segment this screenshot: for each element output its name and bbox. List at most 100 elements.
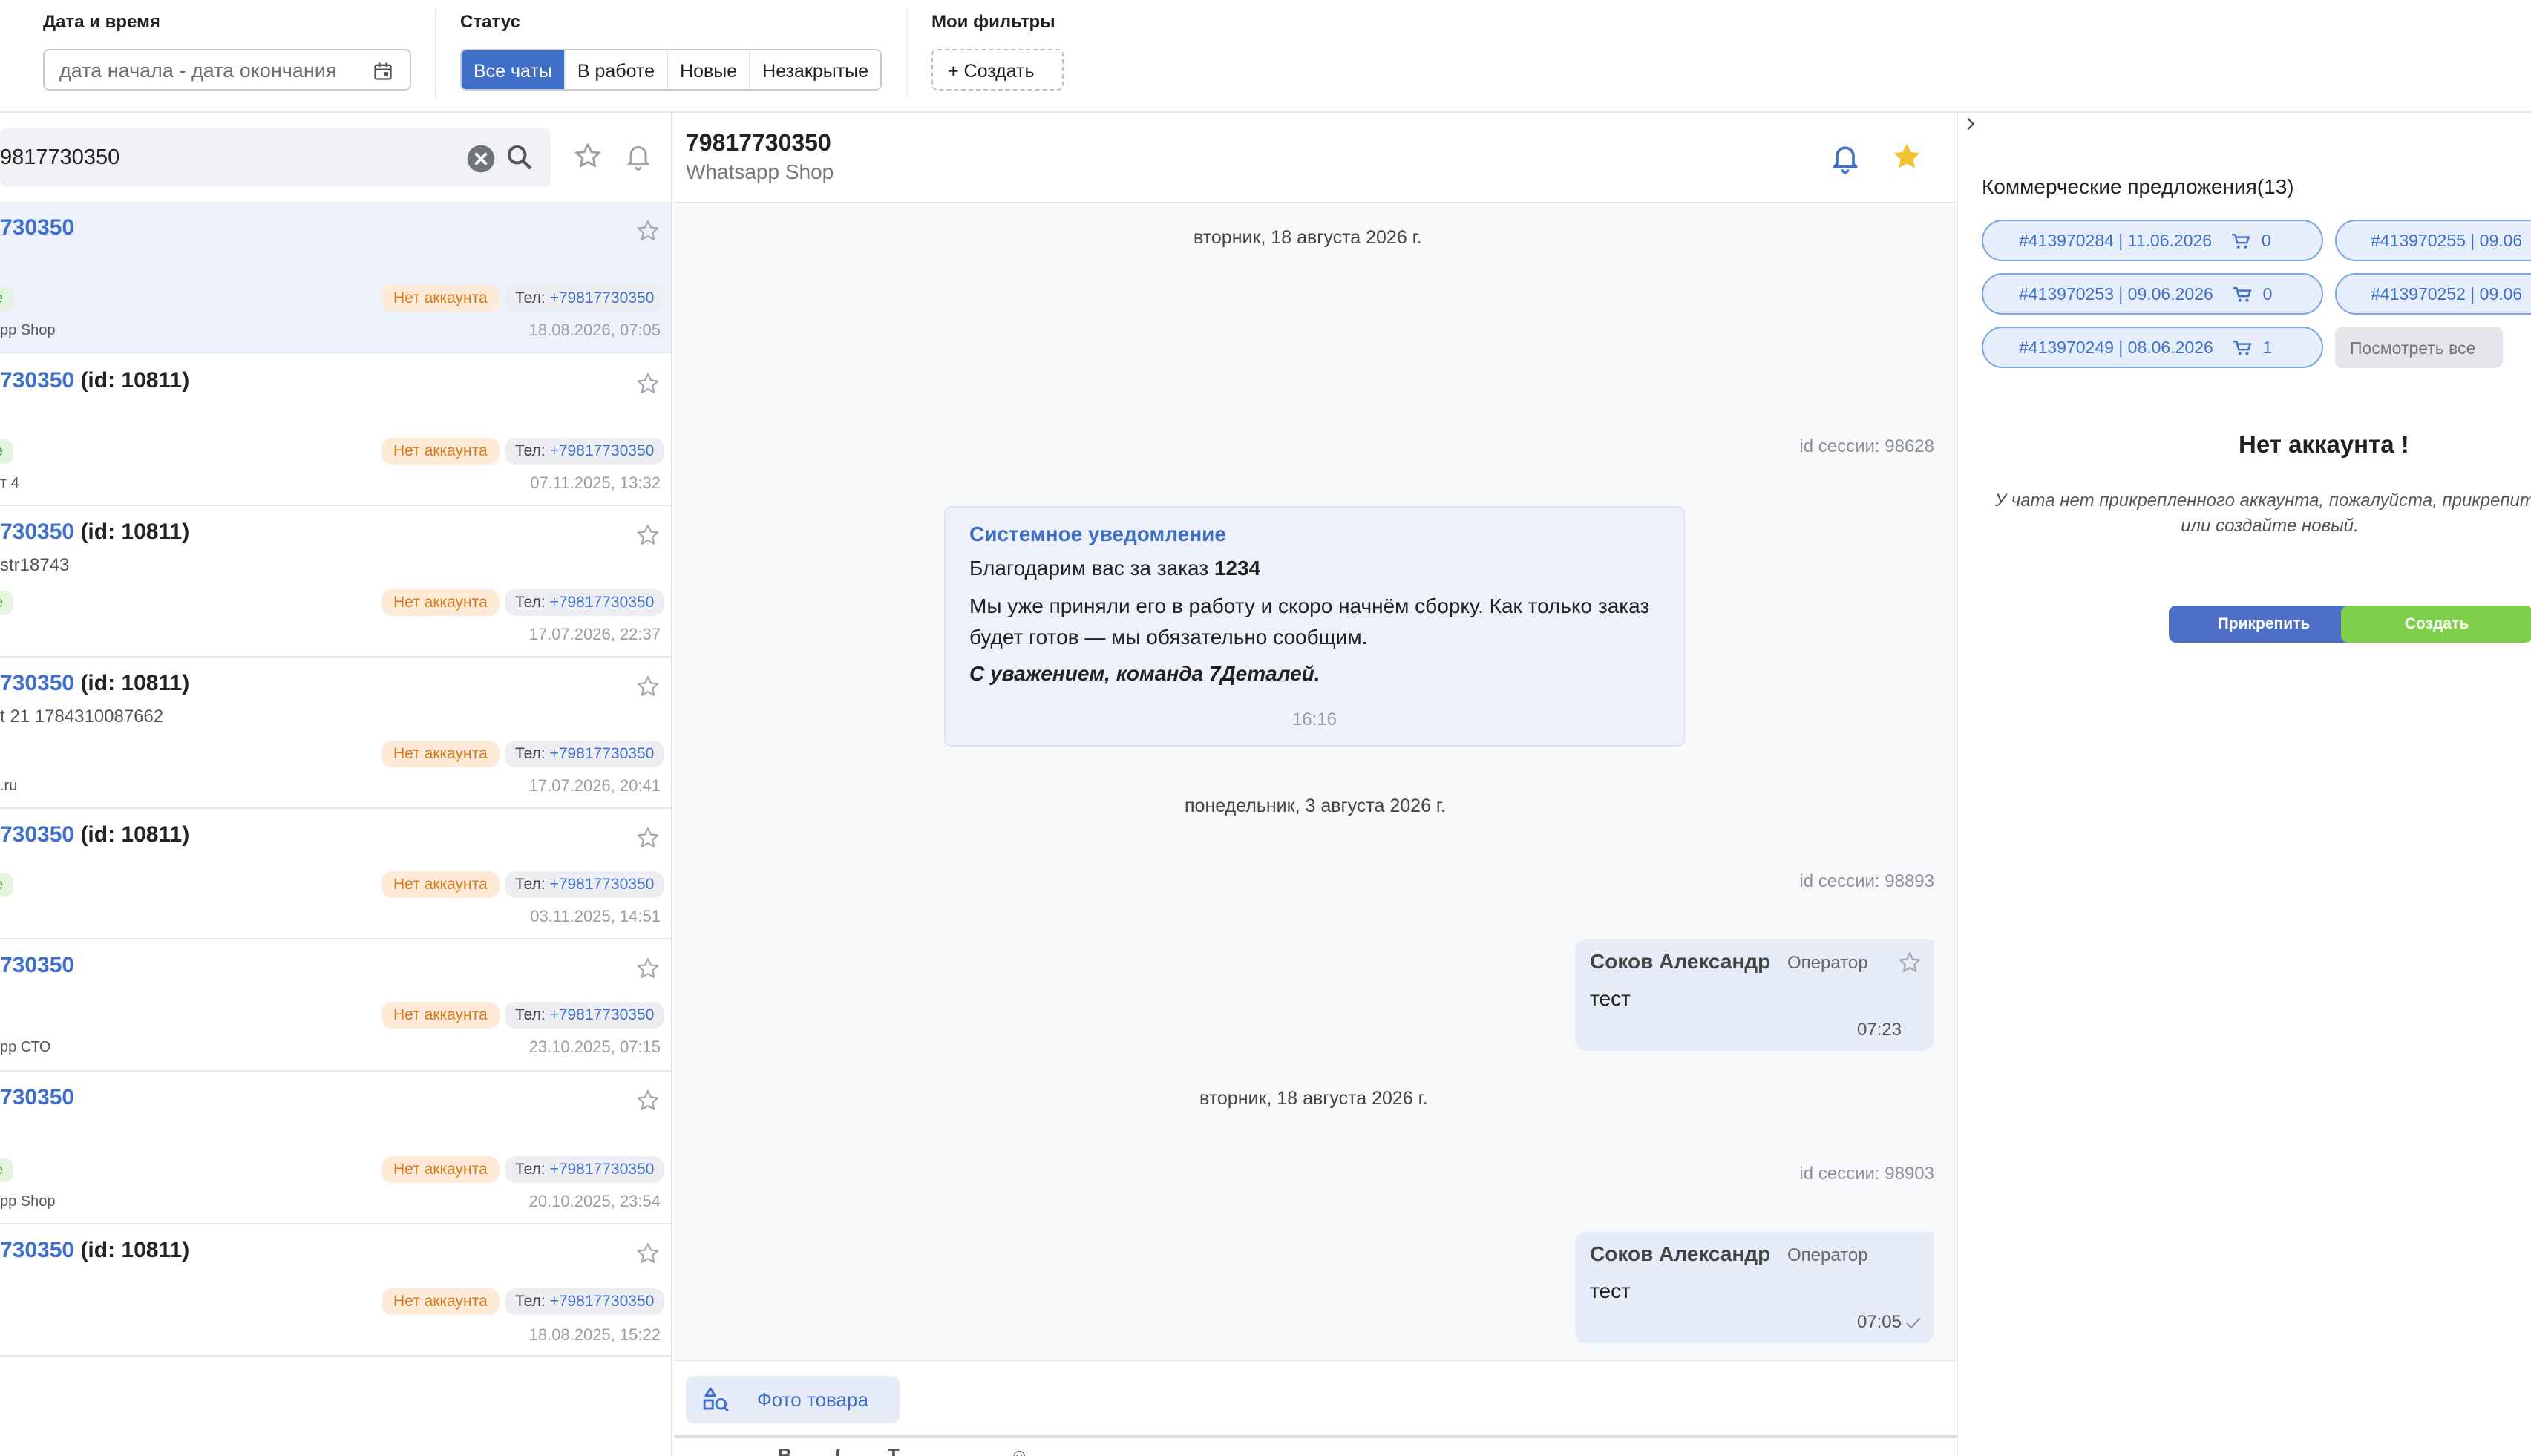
chat-list-item[interactable]: 730350 (id: 10811) те Нет аккаунта Тел: …	[0, 809, 671, 939]
status-in-work[interactable]: В работе	[566, 50, 669, 89]
no-account-tag: Нет аккаунта	[382, 438, 500, 465]
chat-item-title: 730350	[0, 215, 74, 240]
chat-list-item[interactable]: 730350 (id: 10811) t 21 1784310087662 Не…	[0, 658, 671, 809]
create-account-button[interactable]: Создать	[2341, 606, 2531, 643]
offer-chip-count: 0	[2262, 284, 2273, 304]
offer-chip[interactable]: #413970253 | 09.06.2026 0	[1982, 273, 2323, 315]
chat-title: 79817730350	[686, 129, 831, 156]
chat-source: pp СТО	[0, 1039, 51, 1055]
offer-chip-count: 0	[2261, 231, 2271, 250]
date-range-input[interactable]: дата начала - дата окончания	[43, 49, 411, 91]
emoji-icon[interactable]: ☺	[1009, 1444, 1029, 1456]
chat-favorite-star-icon[interactable]	[635, 1088, 661, 1113]
my-filters-label: Мои фильтры	[931, 12, 1055, 32]
phone-tag: Тел: +79817730350	[505, 871, 665, 898]
chat-status-tag: те	[0, 1158, 14, 1182]
operator-message[interactable]: Соков Александр Оператор тест 07:23	[1575, 939, 1934, 1051]
phone-value: +79817730350	[549, 1006, 655, 1023]
chat-list-item[interactable]: 730350 (id: 10811) str18743 те Нет аккау…	[0, 506, 671, 658]
chat-list-item[interactable]: 730350 Нет аккаунта Тел: +79817730350 pp…	[0, 939, 671, 1072]
cart-icon	[2233, 341, 2252, 355]
session-id: id сессии: 98903	[1799, 1164, 1934, 1184]
phone-value: +79817730350	[549, 594, 655, 611]
chat-source: т 4	[0, 475, 19, 491]
clear-search-icon[interactable]	[466, 144, 496, 174]
message-time: 07:05	[1856, 1312, 1902, 1332]
message-text: тест	[1590, 1279, 1631, 1302]
message-area[interactable]: вторник, 18 августа 2026 г. id сессии: 9…	[674, 205, 1957, 1360]
calendar-icon[interactable]	[373, 61, 393, 82]
chat-status-tag: те	[0, 873, 14, 897]
attach-account-button[interactable]: Прикрепить	[2169, 606, 2359, 643]
phone-tag: Тел: +79817730350	[505, 438, 665, 465]
no-account-tag: Нет аккаунта	[382, 285, 500, 312]
chat-list-item[interactable]: 730350 те Нет аккаунта Тел: +79817730350…	[0, 202, 671, 353]
favorites-filter-star-icon[interactable]	[573, 141, 603, 171]
offer-chip[interactable]: #413970255 | 09.06	[2335, 220, 2531, 261]
filter-divider	[907, 9, 908, 98]
chat-item-id: (id: 10811)	[74, 1238, 190, 1262]
offer-chip[interactable]: #413970252 | 09.06	[2335, 273, 2531, 315]
offer-chip[interactable]: #413970284 | 11.06.2026 0	[1982, 220, 2323, 261]
chat-favorite-star-icon[interactable]	[635, 522, 661, 548]
system-notification-title: Системное уведомление	[969, 522, 1226, 545]
chat-item-subtitle: str18743	[0, 555, 70, 575]
phone-prefix: Тел:	[515, 289, 550, 306]
chat-list-item[interactable]: 730350 (id: 10811) те Нет аккаунта Тел: …	[0, 355, 671, 506]
image-search-icon	[703, 1387, 729, 1412]
no-account-tag: Нет аккаунта	[382, 1002, 500, 1029]
chat-item-phone: 730350	[0, 1085, 75, 1109]
chat-favorite-star-icon[interactable]	[635, 956, 661, 981]
chat-item-id: (id: 10811)	[74, 671, 190, 695]
chat-list-item[interactable]: 730350 те Нет аккаунта Тел: +79817730350…	[0, 1072, 671, 1224]
phone-tag: Тел: +79817730350	[505, 589, 665, 616]
date-filter: Дата и время дата начала - дата окончани…	[0, 0, 430, 111]
chat-time: 20.10.2025, 23:54	[528, 1192, 661, 1210]
chat-source: pp Shop	[0, 1193, 56, 1210]
offer-chip-label: #413970252 | 09.06	[2371, 284, 2523, 304]
phone-prefix: Тел:	[515, 594, 550, 611]
search-field[interactable]: 9817730350	[0, 128, 551, 187]
offer-chip[interactable]: #413970249 | 08.06.2026 1	[1982, 327, 2323, 368]
chat-favorite-star-icon[interactable]	[635, 371, 661, 396]
status-unclosed[interactable]: Незакрытые	[750, 50, 880, 89]
status-all-chats[interactable]: Все чаты	[462, 50, 566, 89]
strike-icon[interactable]: T	[888, 1444, 900, 1456]
status-new[interactable]: Новые	[668, 50, 751, 89]
chat-favorite-star-icon[interactable]	[635, 825, 661, 850]
no-account-tag: Нет аккаунта	[382, 1156, 500, 1183]
phone-prefix: Тел:	[515, 1006, 550, 1023]
chat-favorite-star-icon[interactable]	[635, 218, 661, 243]
date-separator: вторник, 18 августа 2026 г.	[1199, 1088, 1428, 1109]
chat-item-title: 730350	[0, 953, 74, 978]
bold-icon[interactable]: B	[778, 1444, 792, 1456]
chat-favorite-star-icon[interactable]	[635, 1241, 661, 1266]
message-star-icon[interactable]	[1897, 950, 1922, 975]
chat-list-item[interactable]: 730350 (id: 10811) Нет аккаунта Тел: +79…	[0, 1224, 671, 1357]
system-notification-signature: С уважением, команда 7Деталей.	[969, 662, 1320, 685]
offer-chip-label: #413970284 | 11.06.2026	[2019, 231, 2213, 250]
chat-time: 03.11.2025, 14:51	[530, 907, 661, 925]
create-filter-button[interactable]: + Создать	[931, 49, 1064, 91]
phone-value: +79817730350	[549, 745, 655, 762]
sender-role: Оператор	[1787, 953, 1868, 973]
product-photo-button[interactable]: Фото товара	[686, 1376, 900, 1423]
chat-time: 17.07.2026, 22:37	[528, 625, 661, 643]
operator-message[interactable]: Соков Александр Оператор тест 07:05	[1575, 1232, 1934, 1343]
chat-item-title: 730350 (id: 10811)	[0, 519, 189, 545]
chevron-right-icon[interactable]	[1962, 116, 1979, 132]
view-all-offers-button[interactable]: Посмотреть все	[2335, 327, 2503, 368]
notifications-filter-bell-icon[interactable]	[623, 141, 653, 171]
chat-favorite-star-icon[interactable]	[635, 674, 661, 699]
phone-tag: Тел: +79817730350	[505, 285, 665, 312]
cart-icon	[2232, 234, 2250, 249]
chat-favorite-star-icon[interactable]	[1890, 140, 1924, 174]
no-account-tag: Нет аккаунта	[382, 589, 500, 616]
chat-time: 23.10.2025, 07:15	[528, 1037, 661, 1056]
chat-notification-bell-icon[interactable]	[1829, 141, 1862, 174]
search-input[interactable]: 9817730350	[0, 145, 119, 170]
search-icon[interactable]	[505, 142, 534, 172]
chat-time: 07.11.2025, 13:32	[530, 473, 661, 492]
italic-icon[interactable]: I	[834, 1444, 839, 1456]
session-id: id сессии: 98893	[1799, 871, 1934, 891]
